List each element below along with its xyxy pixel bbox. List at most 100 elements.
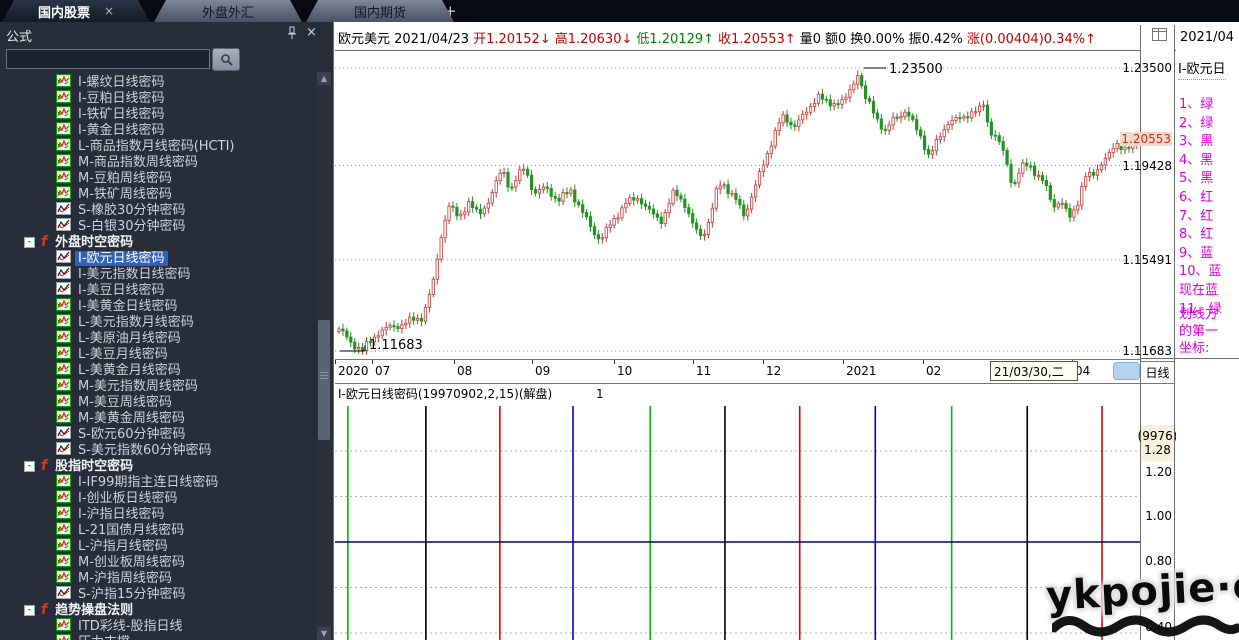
tree-item-label: S-美元指数60分钟密码	[75, 443, 215, 458]
price-axis-label: 1.19428	[1122, 159, 1172, 173]
tree-item-L-21国债月线密码[interactable]: L-21国债月线密码	[56, 522, 187, 538]
tab-国内股票[interactable]: 国内股票 ×	[2, 0, 150, 22]
collapse-box[interactable]: -	[24, 237, 35, 248]
tree-item-S-橡胶30分钟密码[interactable]: S-橡胶30分钟密码	[56, 202, 189, 218]
tree-item-L-美豆月线密码[interactable]: L-美豆月线密码	[56, 346, 171, 362]
tree-item-label: S-橡胶30分钟密码	[75, 203, 189, 218]
scroll-down-arrow[interactable]: ▼	[317, 627, 331, 640]
tree-group-外盘时空密码[interactable]: -f外盘时空密码	[24, 234, 136, 250]
tree-item-M-沪指周线密码[interactable]: M-沪指周线密码	[56, 570, 175, 586]
interpretation-line: 现在蓝	[1179, 279, 1218, 298]
tree-group-股指时空密码[interactable]: -f股指时空密码	[24, 458, 136, 474]
tree-item-label: S-沪指15分钟密码	[75, 587, 189, 602]
tree-item-I-沪指日线密码[interactable]: I-沪指日线密码	[56, 506, 168, 522]
zigzag-icon	[56, 282, 75, 299]
candlestick-chart[interactable]: 1.235001.11683	[335, 55, 1140, 359]
tree-item-I-创业板日线密码[interactable]: I-创业板日线密码	[56, 490, 181, 506]
tree-item-I-IF99期指主连日线密码[interactable]: I-IF99期指主连日线密码	[56, 474, 221, 490]
tree-item-label: 趋势操盘法则	[52, 603, 136, 618]
zigzag-icon	[56, 202, 75, 219]
tree-item-M-美豆周线密码[interactable]: M-美豆周线密码	[56, 394, 175, 410]
tab-label: 国内股票	[38, 2, 90, 21]
date-tick-label: 08	[457, 364, 472, 378]
tree-item-I-欧元日线密码[interactable]: I-欧元日线密码	[56, 250, 168, 266]
price-axis-label: 1.15491	[1122, 253, 1172, 267]
tree-item-S-白银30分钟密码[interactable]: S-白银30分钟密码	[56, 218, 189, 234]
tree-item-M-商品指数周线密码[interactable]: M-商品指数周线密码	[56, 154, 201, 170]
tab-close-icon[interactable]: ×	[104, 4, 114, 18]
date-tick-label: 11	[696, 364, 711, 378]
header-divider	[335, 50, 1239, 51]
pin-icon[interactable]	[286, 26, 298, 40]
tree-item-label: I-欧元日线密码	[75, 251, 168, 266]
price-axis: 日线 (9976) 1.28 1.235001.205531.194281.15…	[1141, 25, 1174, 640]
tree-item-I-螺纹日线密码[interactable]: I-螺纹日线密码	[56, 74, 168, 90]
tree-group-趋势操盘法则[interactable]: -f趋势操盘法则	[24, 602, 136, 618]
tree-item-M-铁矿周线密码[interactable]: M-铁矿周线密码	[56, 186, 175, 202]
kline-icon	[56, 378, 75, 395]
scroll-up-arrow[interactable]: ▲	[317, 72, 331, 85]
date-tick-mark	[454, 360, 455, 364]
tree-item-I-美元指数日线密码[interactable]: I-美元指数日线密码	[56, 266, 194, 282]
panel-date: 2021/04	[1180, 30, 1234, 45]
kline-icon	[56, 394, 75, 411]
tree-item-label: I-美元指数日线密码	[75, 267, 194, 282]
tree-item-S-欧元60分钟密码[interactable]: S-欧元60分钟密码	[56, 426, 189, 442]
tree-item-label: I-IF99期指主连日线密码	[75, 475, 221, 490]
tree-item-label: M-铁矿周线密码	[75, 187, 175, 202]
tree-item-L-美原油月线密码[interactable]: L-美原油月线密码	[56, 330, 184, 346]
collapse-box[interactable]: -	[24, 461, 35, 472]
date-tick-label: 09	[535, 364, 550, 378]
tree-item-label: I-创业板日线密码	[75, 491, 181, 506]
kline-icon	[56, 314, 75, 331]
kline-icon	[56, 554, 75, 571]
sidebar-scrollbar[interactable]: ▲ ▼	[317, 72, 331, 640]
formula-group-icon: f	[41, 234, 47, 250]
tree-item-L-沪指月线密码[interactable]: L-沪指月线密码	[56, 538, 171, 554]
tree-item-label: M-商品指数周线密码	[75, 155, 201, 170]
tree-item-压力支撑[interactable]: 压力支撑	[56, 634, 133, 640]
tree-item-label: L-商品指数月线密码(HCTI)	[75, 139, 237, 154]
tree-item-I-铁矿日线密码[interactable]: I-铁矿日线密码	[56, 106, 168, 122]
tab-外盘外汇[interactable]: 外盘外汇	[154, 0, 302, 22]
quote-field: 涨(0.00404)0.34%↑	[967, 32, 1096, 47]
kline-icon	[56, 186, 75, 203]
tree-item-S-美元指数60分钟密码[interactable]: S-美元指数60分钟密码	[56, 442, 215, 458]
restore-window-icon[interactable]	[1152, 28, 1167, 41]
kline-icon	[56, 138, 75, 155]
quote-field: 换0.00%	[850, 32, 904, 47]
collapse-box[interactable]: -	[24, 605, 35, 616]
tree-item-L-美黄金月线密码[interactable]: L-美黄金月线密码	[56, 362, 184, 378]
kline-icon	[56, 474, 75, 491]
formula-search-input[interactable]	[6, 49, 210, 69]
quote-field: 开1.20152↓	[473, 32, 551, 47]
date-tick-label: 10	[617, 364, 632, 378]
tree-item-I-黄金日线密码[interactable]: I-黄金日线密码	[56, 122, 168, 138]
sidebar-title: 公式	[6, 26, 32, 45]
chart-hscroll-thumb[interactable]	[1113, 362, 1140, 380]
indicator-pane[interactable]	[335, 402, 1140, 640]
tree-item-I-美豆日线密码[interactable]: I-美豆日线密码	[56, 282, 168, 298]
tree-item-label: L-沪指月线密码	[75, 539, 171, 554]
tree-item-I-豆粕日线密码[interactable]: I-豆粕日线密码	[56, 90, 168, 106]
tree-item-ITD彩线-股指日线[interactable]: ITD彩线-股指日线	[56, 618, 185, 634]
tree-item-S-沪指15分钟密码[interactable]: S-沪指15分钟密码	[56, 586, 189, 602]
tree-item-label: M-沪指周线密码	[75, 571, 175, 586]
tree-item-M-创业板周线密码[interactable]: M-创业板周线密码	[56, 554, 188, 570]
tree-item-M-豆粕周线密码[interactable]: M-豆粕周线密码	[56, 170, 175, 186]
sidebar-close-icon[interactable]: ×	[306, 25, 317, 40]
tree-item-L-商品指数月线密码(HCTI)[interactable]: L-商品指数月线密码(HCTI)	[56, 138, 237, 154]
tree-item-M-美黄金周线密码[interactable]: M-美黄金周线密码	[56, 410, 188, 426]
trading-app-window: + 国内股票×外盘外汇国内期货 公式 × I-螺纹日线密码I-豆粕日线密码I-铁…	[0, 0, 1239, 640]
interpretation-line: 1、绿	[1179, 93, 1213, 112]
tree-item-M-美元指数周线密码[interactable]: M-美元指数周线密码	[56, 378, 201, 394]
date-tick-label: 2020	[338, 364, 369, 378]
scrollbar-thumb[interactable]	[318, 320, 330, 440]
tab-国内期货[interactable]: 国内期货	[306, 0, 454, 22]
interpretation-line: 4、黑	[1179, 149, 1213, 168]
tree-item-I-美黄金日线密码[interactable]: I-美黄金日线密码	[56, 298, 181, 314]
search-button[interactable]	[212, 48, 240, 71]
period-label[interactable]: 日线	[1141, 361, 1174, 384]
date-tick-label: 2021	[846, 364, 877, 378]
tree-item-L-美元指数月线密码[interactable]: L-美元指数月线密码	[56, 314, 197, 330]
